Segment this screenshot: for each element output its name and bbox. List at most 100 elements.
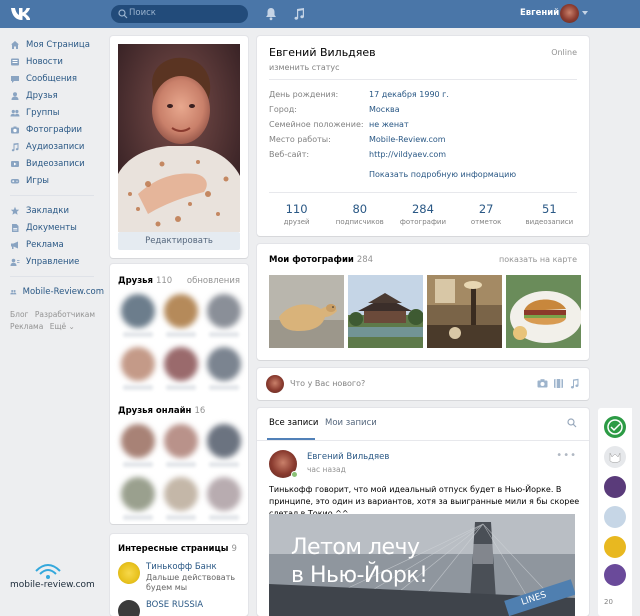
friend-item[interactable] xyxy=(204,347,244,390)
friend-item[interactable] xyxy=(204,294,244,337)
groups-icon xyxy=(10,109,20,116)
info-row-birthday: День рождения: 17 декабря 1990 г. xyxy=(269,90,449,99)
friends-online-header[interactable]: Друзья онлайн 16 xyxy=(118,406,205,416)
photo-thumbnail-dog[interactable] xyxy=(269,275,344,348)
watermark-text: mobile-review.com xyxy=(10,580,95,590)
counter-photos[interactable]: 284 фотографии xyxy=(395,202,450,226)
sidebar-item-friends[interactable]: Друзья xyxy=(0,87,104,104)
messages-icon xyxy=(11,75,19,83)
caption-line-2: в Нью-Йорк! xyxy=(291,563,428,588)
sidebar-item-bookmarks[interactable]: Закладки xyxy=(0,202,104,219)
dog-app-icon[interactable] xyxy=(604,446,626,468)
friend-online-item[interactable] xyxy=(118,477,158,520)
footer-link-ads[interactable]: Реклама xyxy=(10,322,43,331)
counter-followers[interactable]: 80 подписчиков xyxy=(332,202,387,226)
app-icon-purple[interactable] xyxy=(604,564,626,586)
friend-online-item[interactable] xyxy=(161,424,201,467)
show-more-info-link[interactable]: Показать подробную информацию xyxy=(369,170,516,179)
counter-friends[interactable]: 110 друзей xyxy=(269,202,324,226)
vk-logo-icon[interactable] xyxy=(10,6,30,22)
community-icon xyxy=(10,289,17,294)
header-avatar[interactable] xyxy=(560,4,579,23)
right-apps-strip xyxy=(598,408,632,616)
camera-icon[interactable] xyxy=(537,378,548,389)
tab-all-posts[interactable]: Все записи xyxy=(269,418,318,428)
sidebar-item-ads[interactable]: Реклама xyxy=(0,236,104,253)
sidebar-divider xyxy=(10,276,94,277)
tinkoff-logo-icon xyxy=(118,562,140,584)
header-user-name[interactable]: Евгений xyxy=(520,8,559,18)
apps-count[interactable]: 20 xyxy=(604,598,613,606)
sidebar-item-label: Друзья xyxy=(26,90,58,101)
page-item-tinkoff[interactable]: Тинькофф Банк Дальше действовать будем м… xyxy=(118,562,248,593)
sidebar-item-my-page[interactable]: Моя Страница xyxy=(0,36,104,53)
sidebar-item-news[interactable]: Новости xyxy=(0,53,104,70)
info-value[interactable]: 17 декабря 1990 г. xyxy=(369,90,449,99)
app-icon-flower[interactable] xyxy=(604,536,626,558)
photo-thumbnail-burger[interactable] xyxy=(506,275,581,348)
tab-my-posts[interactable]: Мои записи xyxy=(325,418,377,428)
post-author-name[interactable]: Евгений Вильдяев xyxy=(307,452,389,462)
sidebar-item-photos[interactable]: Фотографии xyxy=(0,121,104,138)
sidebar-item-manage[interactable]: Управление xyxy=(0,253,104,270)
friends-header[interactable]: Друзья 110 xyxy=(118,276,172,286)
search-icon[interactable] xyxy=(567,418,577,428)
info-value[interactable]: не женат xyxy=(369,120,409,129)
friend-online-item[interactable] xyxy=(204,477,244,520)
footer-link-developers[interactable]: Разработчикам xyxy=(35,310,95,319)
counter-value: 27 xyxy=(478,202,494,216)
video-icon[interactable] xyxy=(553,378,564,389)
document-icon xyxy=(12,223,19,232)
sidebar-item-groups[interactable]: Группы xyxy=(0,104,104,121)
chevron-down-icon[interactable] xyxy=(582,11,588,15)
photo-thumbnail-temple[interactable] xyxy=(348,275,423,348)
photo-thumbnail-interior[interactable] xyxy=(427,275,502,348)
app-icon-character[interactable] xyxy=(604,506,626,528)
photos-header[interactable]: Мои фотографии 284 xyxy=(269,255,373,265)
profile-photo[interactable] xyxy=(118,44,240,232)
pages-header[interactable]: Интересные страницы 9 xyxy=(118,544,237,554)
info-value[interactable]: http://vildyaev.com xyxy=(369,150,446,159)
footer-link-more[interactable]: Ещё ⌄ xyxy=(50,322,75,331)
sidebar-item-mobile-review[interactable]: Mobile-Review.com xyxy=(0,283,104,300)
counter-videos[interactable]: 51 видеозаписи xyxy=(522,202,577,226)
counter-label: отметок xyxy=(470,218,502,226)
page-name: Тинькофф Банк xyxy=(146,562,217,572)
counter-tags[interactable]: 27 отметок xyxy=(459,202,514,226)
info-row-marital: Семейное положение: не женат xyxy=(269,120,409,129)
friend-item[interactable] xyxy=(161,347,201,390)
friend-online-item[interactable] xyxy=(118,424,158,467)
show-on-map-link[interactable]: показать на карте xyxy=(499,255,577,264)
footer-link-blog[interactable]: Блог xyxy=(10,310,28,319)
friend-online-item[interactable] xyxy=(204,424,244,467)
friend-online-item[interactable] xyxy=(161,477,201,520)
info-value[interactable]: Mobile-Review.com xyxy=(369,135,446,144)
search-input[interactable]: Поиск xyxy=(111,5,248,23)
music-icon[interactable] xyxy=(569,378,580,389)
composer-placeholder[interactable]: Что у Вас нового? xyxy=(290,379,365,388)
app-icon-wizard[interactable] xyxy=(604,476,626,498)
post-menu-icon[interactable]: ••• xyxy=(556,450,577,461)
info-value[interactable]: Москва xyxy=(369,105,400,114)
sidebar-item-games[interactable]: Игры xyxy=(0,172,104,189)
friends-updates-link[interactable]: обновления xyxy=(187,276,240,286)
page-item-bose[interactable]: BOSE RUSSIA xyxy=(118,600,203,616)
sidebar-item-documents[interactable]: Документы xyxy=(0,219,104,236)
sidebar-item-messages[interactable]: Сообщения xyxy=(0,70,104,87)
sidebar-item-video[interactable]: Видеозаписи xyxy=(0,155,104,172)
music-note-icon[interactable] xyxy=(293,7,305,21)
sidebar-item-label: Закладки xyxy=(26,205,69,216)
change-status-link[interactable]: изменить статус xyxy=(269,63,340,72)
sidebar-item-label: Mobile-Review.com xyxy=(22,286,104,297)
sberbank-icon[interactable] xyxy=(604,416,626,438)
bell-icon[interactable] xyxy=(265,7,277,21)
sidebar-item-audio[interactable]: Аудиозаписи xyxy=(0,138,104,155)
my-photos-card: Мои фотографии 284 показать на карте xyxy=(257,244,589,360)
edit-profile-button[interactable]: Редактировать xyxy=(118,232,240,250)
friend-item[interactable] xyxy=(161,294,201,337)
post-image[interactable]: Летом лечу в Нью-Йорк! LINES xyxy=(269,514,575,616)
friend-item[interactable] xyxy=(118,294,158,337)
friend-item[interactable] xyxy=(118,347,158,390)
post-composer[interactable]: Что у Вас нового? xyxy=(257,368,589,400)
post-time[interactable]: час назад xyxy=(307,465,346,474)
